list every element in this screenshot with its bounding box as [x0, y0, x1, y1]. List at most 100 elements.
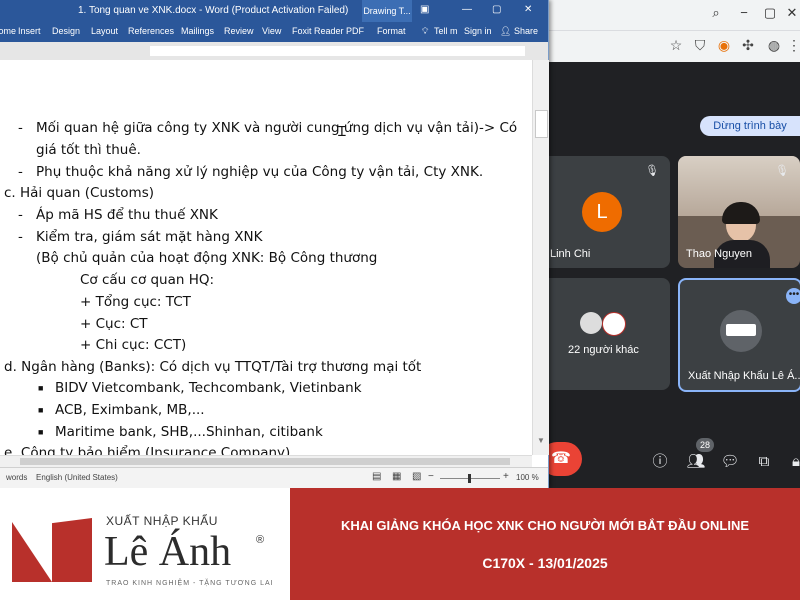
announcement-headline: KHAI GIẢNG KHÓA HỌC XNK CHO NGƯỜI MỚI BẮ…: [340, 518, 750, 533]
window-title: 1. Tong quan ve XNK.docx - Word (Product…: [78, 5, 349, 16]
tell-me-search[interactable]: Tell m: [434, 26, 458, 36]
avatar: L: [582, 192, 622, 232]
divider: [548, 30, 800, 31]
tab-mailings[interactable]: Mailings: [181, 26, 214, 36]
doc-line: Áp mã HS để thu thuế XNK: [36, 207, 218, 223]
tab-design[interactable]: Design: [52, 26, 80, 36]
maximize-icon[interactable]: ▢: [760, 4, 780, 22]
more-options-icon[interactable]: •••: [786, 288, 800, 304]
more-menu-icon[interactable]: ⋮: [784, 36, 800, 54]
vertical-scrollbar[interactable]: ▼: [532, 60, 549, 455]
context-tab[interactable]: Drawing T...: [362, 0, 412, 22]
zoom-in-icon[interactable]: +: [503, 471, 509, 482]
registered-mark: ®: [256, 534, 265, 546]
browser-tab-search-icon[interactable]: ⌕: [706, 4, 726, 22]
mic-off-icon: 🎙︎: [775, 165, 789, 177]
brand-tagline-top: XUẤT NHẬP KHẨU: [106, 514, 218, 528]
avatar: [602, 312, 626, 336]
info-icon[interactable]: ⓘ: [648, 450, 672, 474]
participant-tile-xnk-le-anh[interactable]: Xuất Nhập Khẩu Lê Á...: [678, 278, 800, 392]
minimize-icon[interactable]: —: [462, 4, 472, 15]
status-bar: words English (United States) ▤ ▦ ▧ − + …: [0, 467, 548, 489]
ruler-text-area: [150, 46, 525, 56]
participant-tile-others[interactable]: 22 người khác: [538, 278, 670, 390]
brand-name: Lê Ánh: [104, 529, 232, 575]
lightbulb-icon: 💡︎: [422, 26, 429, 36]
zoom-out-icon[interactable]: −: [428, 471, 434, 482]
participant-tile-thao-nguyen[interactable]: 🎙︎ Thao Nguyen: [678, 156, 800, 268]
announcement-panel: KHAI GIẢNG KHÓA HỌC XNK CHO NGƯỜI MỚI BẮ…: [290, 488, 800, 600]
tab-references[interactable]: References: [128, 26, 174, 36]
tab-review[interactable]: Review: [224, 26, 254, 36]
document-page[interactable]: - Mối quan hệ giữa công ty XNK và người …: [0, 60, 532, 455]
web-layout-icon[interactable]: ▧: [412, 471, 421, 482]
participant-name: Thao Nguyen: [686, 248, 753, 260]
chat-icon[interactable]: 💬︎: [718, 450, 742, 474]
ribbon-display-icon[interactable]: ▣: [420, 4, 429, 15]
participant-name: Linh Chi: [550, 248, 591, 260]
browser-toolbar: ⌕ − ▢ ✕ ☆ ⛉ ◉ ✣ ◍ ⋮: [548, 0, 800, 63]
minimize-icon[interactable]: −: [734, 4, 754, 22]
participant-name: Xuất Nhập Khẩu Lê Á...: [688, 370, 800, 382]
list-dash: -: [18, 164, 23, 180]
list-dash: -: [18, 229, 23, 245]
people-icon[interactable]: 👥︎: [684, 450, 708, 474]
tab-home[interactable]: Home: [0, 26, 16, 36]
lock-icon[interactable]: 🔒︎: [784, 450, 800, 474]
shield-icon[interactable]: ⛉: [690, 36, 710, 54]
doc-line: + Cục: CT: [80, 316, 148, 332]
zoom-slider-thumb[interactable]: [468, 474, 471, 483]
doc-heading: e. Công ty bảo hiểm (Insurance Company): [4, 445, 291, 455]
tab-insert[interactable]: Insert: [18, 26, 41, 36]
tab-layout[interactable]: Layout: [91, 26, 118, 36]
maximize-icon[interactable]: ▢: [492, 4, 501, 15]
participant-name: 22 người khác: [568, 344, 639, 356]
doc-line: + Chi cục: CCT): [80, 337, 187, 353]
share-button[interactable]: Share: [514, 26, 538, 36]
doc-line: + Tổng cục: TCT: [80, 294, 191, 310]
close-icon[interactable]: ✕: [782, 4, 800, 22]
extensions-puzzle-icon[interactable]: ✣: [738, 36, 758, 54]
logo-mark-icon: [52, 518, 92, 582]
logo-icon: [726, 324, 756, 336]
doc-line: (Bộ chủ quản của hoạt động XNK: Bộ Công …: [36, 250, 378, 266]
language-status[interactable]: English (United States): [36, 473, 118, 482]
avatar: [580, 312, 602, 334]
print-layout-icon[interactable]: ▦: [392, 471, 401, 482]
tab-foxit-reader-pdf[interactable]: Foxit Reader PDF: [292, 26, 364, 36]
activities-icon[interactable]: ⧉: [752, 450, 776, 474]
word-count[interactable]: words: [6, 473, 27, 482]
sign-in-link[interactable]: Sign in: [464, 26, 492, 36]
mic-off-icon: 🎙︎: [645, 165, 659, 177]
bookmark-star-icon[interactable]: ☆: [666, 36, 686, 54]
brand-logo-panel: XUẤT NHẬP KHẨU Lê Ánh ® TRAO KINH NGHIỆM…: [0, 488, 290, 600]
square-bullet-icon: ■: [38, 405, 44, 415]
scroll-thumb[interactable]: [535, 110, 548, 138]
tab-view[interactable]: View: [262, 26, 281, 36]
square-bullet-icon: ■: [38, 383, 44, 393]
scroll-down-icon[interactable]: ▼: [536, 436, 546, 450]
participant-tile-linh-chi[interactable]: 🎙︎ L Linh Chi: [538, 156, 670, 268]
profile-avatar-icon[interactable]: ◍: [764, 36, 784, 54]
extension-color-icon[interactable]: ◉: [714, 36, 734, 54]
doc-line: Kiểm tra, giám sát mặt hàng XNK: [36, 229, 263, 245]
people-count-badge: 28: [696, 438, 714, 452]
close-icon[interactable]: ✕: [524, 4, 532, 15]
scroll-thumb[interactable]: [20, 458, 510, 465]
list-dash: -: [18, 207, 23, 223]
doc-line: Maritime bank, SHB,...Shinhan, citibank: [55, 424, 323, 440]
read-mode-icon[interactable]: ▤: [372, 471, 381, 482]
stop-presenting-button[interactable]: Dừng trình bày: [700, 116, 800, 136]
zoom-level[interactable]: 100 %: [516, 473, 539, 482]
logo-mark-icon: [12, 522, 52, 582]
ribbon-tabs: Home Insert Design Layout References Mai…: [0, 22, 548, 42]
doc-line: Cơ cấu cơ quan HQ:: [80, 272, 215, 288]
doc-line: BIDV Vietcombank, Techcombank, Vietinban…: [55, 380, 362, 396]
person-icon: 👤︎: [500, 26, 512, 36]
square-bullet-icon: ■: [38, 427, 44, 437]
tab-format[interactable]: Format: [377, 26, 406, 36]
list-dash: -: [18, 120, 23, 136]
doc-line: giá tốt thì thuê.: [36, 142, 141, 158]
text-cursor-icon: Ɪ: [338, 123, 346, 139]
doc-line: Mối quan hệ giữa công ty XNK và người cu…: [36, 120, 518, 136]
